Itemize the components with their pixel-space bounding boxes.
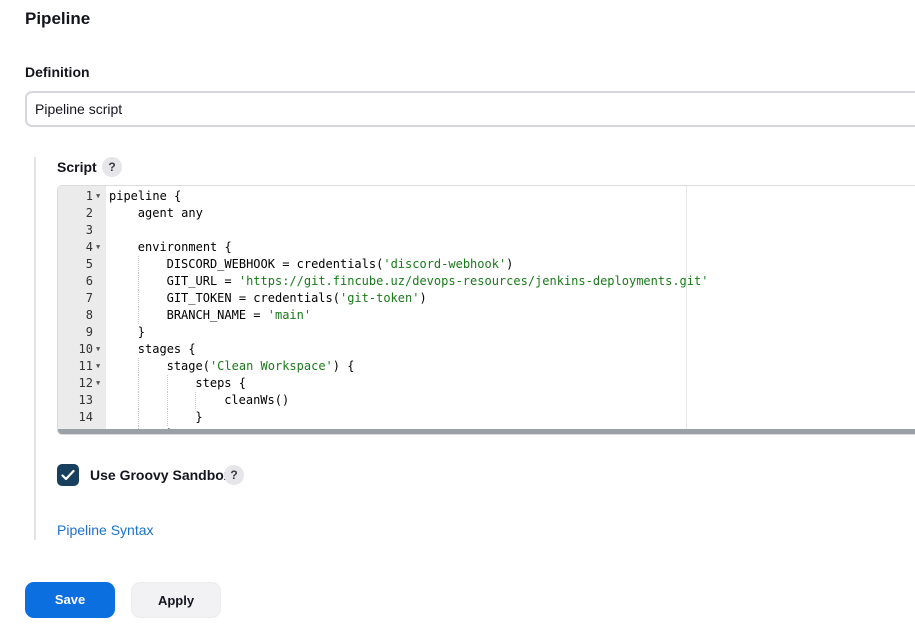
code-line[interactable]: 12 ▼ steps { xyxy=(58,375,915,392)
indent-guide xyxy=(137,375,139,392)
code-line[interactable]: 5 DISCORD_WEBHOOK = credentials('discord-… xyxy=(58,256,915,273)
code-line[interactable]: 14} xyxy=(58,409,915,426)
line-number: 4 xyxy=(85,240,93,254)
code-line[interactable]: 3 xyxy=(58,222,915,239)
indent-guide xyxy=(137,307,139,324)
fold-arrow-icon[interactable]: ▼ xyxy=(96,239,100,256)
checkmark-icon xyxy=(61,469,75,481)
indent-guide xyxy=(137,409,139,426)
code-text: environment { xyxy=(137,240,232,254)
code-line[interactable]: 9} xyxy=(58,324,915,341)
line-number: 10 xyxy=(78,342,93,356)
script-help-icon[interactable]: ? xyxy=(102,157,122,177)
indent-guide xyxy=(166,392,168,409)
save-button[interactable]: Save xyxy=(25,582,115,618)
indent-guide xyxy=(137,392,139,409)
code-text: } xyxy=(195,410,203,424)
script-editor[interactable]: 1 ▼ pipeline {2 agent any 3 4 ▼ environment {5 D… xyxy=(57,185,915,435)
code-line[interactable]: 6 GIT_URL = 'https://git.fincube.uz/devop… xyxy=(58,273,915,290)
code-text: pipeline { xyxy=(109,189,182,203)
fold-arrow-icon[interactable]: ▼ xyxy=(96,358,100,375)
line-number: 7 xyxy=(85,291,93,305)
indent-guide xyxy=(166,409,168,426)
line-number: 3 xyxy=(85,223,93,237)
code-text: stage('Clean Workspace') { xyxy=(166,359,355,373)
pipeline-config-page: Pipeline Definition Pipeline script Scri… xyxy=(0,0,915,634)
definition-select[interactable]: Pipeline script xyxy=(25,91,915,127)
indent-guide xyxy=(137,273,139,290)
section-title: Pipeline xyxy=(25,9,91,28)
code-line[interactable]: 7 GIT_TOKEN = credentials('git-token') xyxy=(58,290,915,307)
sandbox-help-icon[interactable]: ? xyxy=(224,465,244,485)
line-number: 8 xyxy=(85,308,93,322)
line-number: 9 xyxy=(85,325,93,339)
script-label: Script xyxy=(57,159,97,175)
pipeline-syntax-link[interactable]: Pipeline Syntax xyxy=(57,522,154,538)
indent-guide xyxy=(166,375,168,392)
code-line[interactable]: 4 ▼ environment { xyxy=(58,239,915,256)
code-line[interactable]: 11 ▼ stage('Clean Workspace') { xyxy=(58,358,915,375)
code-text: GIT_URL = 'https://git.fincube.uz/devops… xyxy=(166,274,709,288)
line-number: 12 xyxy=(78,376,93,390)
code-text: DISCORD_WEBHOOK = credentials('discord-w… xyxy=(166,257,514,271)
line-number: 13 xyxy=(78,393,93,407)
code-line[interactable]: 10 ▼ stages { xyxy=(58,341,915,358)
groovy-sandbox-label[interactable]: Use Groovy Sandbox xyxy=(90,467,232,483)
code-text: cleanWs() xyxy=(224,393,290,407)
fold-arrow-icon[interactable]: ▼ xyxy=(96,375,100,392)
fold-arrow-icon[interactable]: ▼ xyxy=(96,341,100,358)
line-number: 6 xyxy=(85,274,93,288)
indent-guide xyxy=(137,358,139,375)
line-number: 2 xyxy=(85,206,93,220)
code-text: agent any xyxy=(137,206,203,220)
code-line[interactable]: 8 BRANCH_NAME = 'main' xyxy=(58,307,915,324)
code-text: stages { xyxy=(137,342,196,356)
code-text: BRANCH_NAME = 'main' xyxy=(166,308,312,322)
code-line[interactable]: 13 cleanWs() xyxy=(58,392,915,409)
line-number: 14 xyxy=(78,410,93,424)
indent-guide xyxy=(137,290,139,307)
line-number: 5 xyxy=(85,257,93,271)
code-line[interactable]: 1 ▼ pipeline { xyxy=(58,188,915,205)
code-text: steps { xyxy=(195,376,246,390)
groovy-sandbox-checkbox[interactable] xyxy=(57,464,79,486)
code-text: } xyxy=(137,325,146,339)
definition-label: Definition xyxy=(25,64,90,80)
code-text: GIT_TOKEN = credentials('git-token') xyxy=(166,291,427,305)
line-number: 11 xyxy=(78,359,93,373)
apply-button[interactable]: Apply xyxy=(131,582,221,618)
indent-guide xyxy=(195,392,197,409)
line-number: 1 xyxy=(85,189,93,203)
horizontal-scrollbar[interactable] xyxy=(58,429,915,434)
indent-guide xyxy=(137,256,139,273)
fold-arrow-icon[interactable]: ▼ xyxy=(96,188,100,205)
code-line[interactable]: 2 agent any xyxy=(58,205,915,222)
